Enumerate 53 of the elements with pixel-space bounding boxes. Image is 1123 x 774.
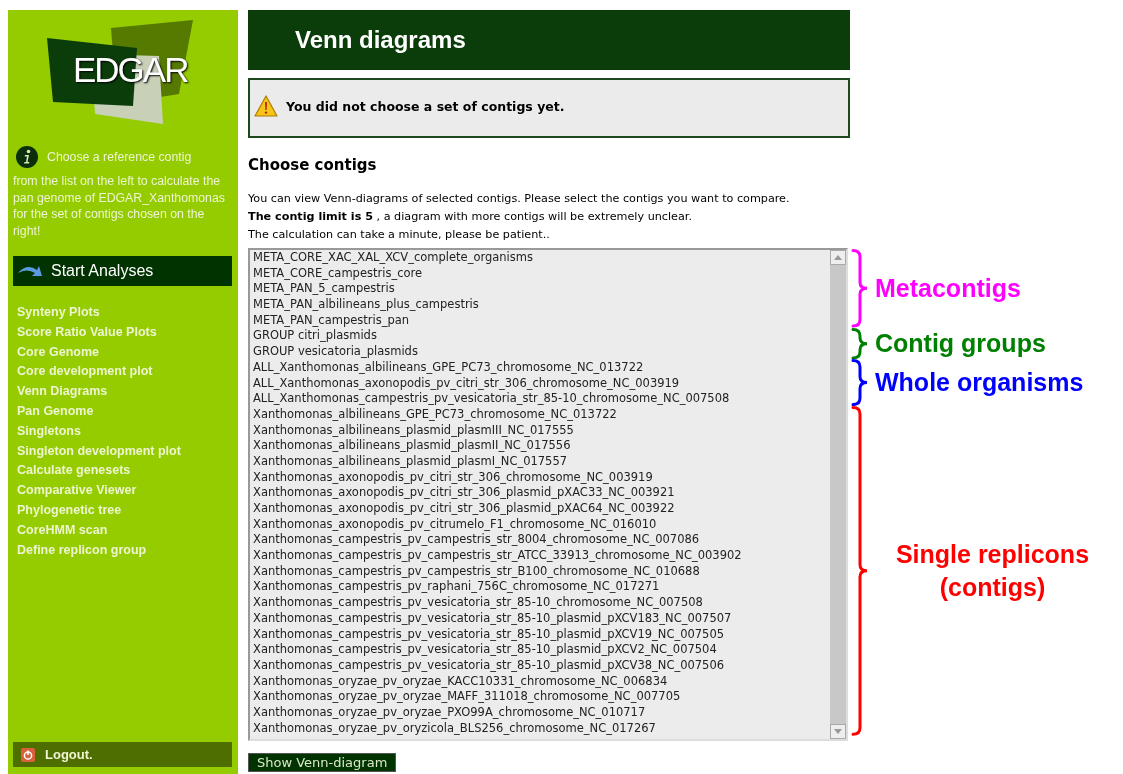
contig-option[interactable]: ALL_Xanthomonas_campestris_pv_vesicatoria_str_85-10_chromosome_NC_007508: [253, 391, 827, 407]
contig-option[interactable]: GROUP citri_plasmids: [253, 328, 827, 345]
contig-option[interactable]: Xanthomonas_albilineans_plasmid_plasmII_NC_017556: [253, 438, 827, 454]
contig-option[interactable]: Xanthomonas_campestris_pv_vesicatoria_str_85-10_plasmid_pXCV2_NC_007504: [253, 642, 827, 658]
contig-option[interactable]: Xanthomonas_oryzae_pv_oryzae_KACC10331_chromosome_NC_006834: [253, 673, 827, 690]
contig-option[interactable]: Xanthomonas_campestris_pv_campestris_str_ATCC_33913_chromosome_NC_003902: [253, 548, 827, 564]
contig-option[interactable]: Xanthomonas_albilineans_plasmid_plasmIII_NC_017555: [253, 422, 827, 439]
annotation-label: Metacontigs: [875, 272, 1022, 304]
annotation-label: Single replicons (contigs): [894, 538, 1091, 603]
contig-option[interactable]: META_CORE_campestris_core: [253, 265, 827, 282]
contig-option[interactable]: Xanthomonas_axonopodis_pv_citri_str_306_plasmid_pXAC33_NC_003921: [253, 485, 827, 501]
page-title: Venn diagrams: [295, 26, 466, 54]
logout-link[interactable]: Logout.: [13, 742, 232, 767]
contig-option[interactable]: Xanthomonas_campestris_pv_campestris_str_B100_chromosome_NC_010688: [253, 563, 827, 580]
intro-text: You can view Venn-diagrams of selected contigs. Please select the contigs you want to compare.: [248, 191, 791, 207]
power-icon: [21, 747, 35, 762]
contig-option[interactable]: Xanthomonas_axonopodis_pv_citri_str_306_plasmid_pXAC64_NC_003922: [253, 501, 827, 517]
contig-option[interactable]: META_PAN_albilineans_plus_campestris: [253, 297, 827, 313]
contig-option[interactable]: Xanthomonas_campestris_pv_vesicatoria_str_85-10_chromosome_NC_007508: [253, 595, 827, 611]
info-title: Choose a reference contig: [47, 150, 192, 164]
contig-option[interactable]: ALL_Xanthomonas_axonopodis_pv_citri_str_306_chromosome_NC_003919: [253, 375, 827, 392]
scroll-up-icon[interactable]: [830, 250, 846, 265]
contig-option[interactable]: META_PAN_5_campestris: [253, 281, 827, 298]
contig-option[interactable]: Xanthomonas_campestris_pv_vesicatoria_str_85-10_plasmid_pXCV38_NC_007506: [253, 657, 827, 674]
show-venn-button[interactable]: Show Venn-diagram: [248, 753, 397, 772]
annotation-label: Contig groups: [875, 327, 1047, 359]
info-icon: [16, 146, 38, 168]
contig-option[interactable]: Xanthomonas_oryzae_pv_oryzicola_BLS256_chromosome_NC_017267: [253, 720, 827, 737]
contig-list[interactable]: [248, 248, 848, 741]
intro-text: The calculation can take a minute, please be patient..: [248, 227, 551, 243]
scrollbar[interactable]: [830, 250, 846, 739]
contig-option[interactable]: GROUP vesicatoria_plasmids: [253, 344, 827, 360]
contig-option[interactable]: Xanthomonas_campestris_pv_raphani_756C_chromosome_NC_017271: [253, 579, 827, 596]
warning-icon: [254, 95, 278, 117]
contig-option[interactable]: ALL_Xanthomonas_albilineans_GPE_PC73_chromosome_NC_013722: [253, 359, 827, 376]
contig-option[interactable]: Xanthomonas_campestris_pv_vesicatoria_str_85-10_plasmid_pXCV19_NC_007505: [253, 626, 827, 643]
contig-option[interactable]: Xanthomonas_campestris_pv_vesicatoria_str_85-10_plasmid_pXCV183_NC_007507: [253, 610, 827, 627]
section-title: Start Analyses: [51, 262, 154, 280]
contig-option[interactable]: Xanthomonas_campestris_pv_campestris_str_8004_chromosome_NC_007086: [253, 532, 827, 549]
contig-option[interactable]: Xanthomonas_axonopodis_pv_citri_str_306_chromosome_NC_003919: [253, 469, 827, 486]
contig-option[interactable]: META_CORE_XAC_XAL_XCV_complete_organisms: [253, 250, 827, 266]
contig-option[interactable]: META_PAN_campestris_pan: [253, 312, 827, 329]
contig-option[interactable]: Xanthomonas_oryzae_pv_oryzae_PXO99A_chromosome_NC_010717: [253, 704, 827, 721]
contig-option[interactable]: Xanthomonas_albilineans_plasmid_plasmI_NC_017557: [253, 453, 827, 470]
warning-text: You did not choose a set of contigs yet.: [286, 98, 565, 114]
intro-text: The contig limit is 5 , a diagram with more contigs will be extremely unclear.: [248, 209, 693, 225]
scroll-down-icon[interactable]: [830, 724, 846, 739]
annotation-label: Whole organisms: [875, 366, 1085, 398]
info-text: from the list on the left to calculate the pan genome of EDGAR_Xanthomonas for the set of contigs chosen on the right!: [13, 173, 226, 239]
contig-option[interactable]: Xanthomonas_albilineans_GPE_PC73_chromosome_NC_013722: [253, 406, 827, 423]
section-heading: Choose contigs: [248, 156, 378, 174]
contig-option[interactable]: Xanthomonas_axonopodis_pv_citrumelo_F1_chromosome_NC_016010: [253, 516, 827, 533]
contig-option[interactable]: Xanthomonas_oryzae_pv_oryzae_MAFF_311018_chromosome_NC_007705: [253, 689, 827, 705]
